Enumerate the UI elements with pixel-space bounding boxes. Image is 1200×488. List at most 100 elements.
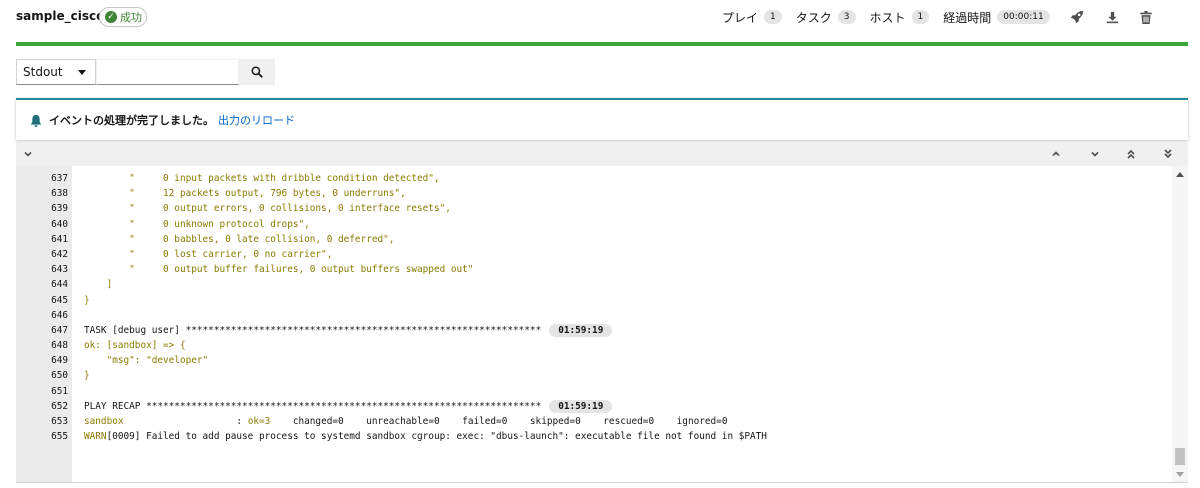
search-icon [251, 66, 263, 78]
line-text: ] [68, 277, 113, 292]
plays-count: 1 [764, 10, 782, 24]
line-segment: " 0 output errors, 0 collisions, 0 inter… [84, 203, 451, 215]
line-segment: WARN [84, 431, 107, 443]
task-time-badge: 01:59:19 [549, 399, 613, 413]
line-segment: changed=0 unreachable=0 failed=0 skipped… [270, 416, 728, 427]
line-segment: " 0 output buffer failures, 0 output buf… [84, 264, 474, 276]
reload-output-link[interactable]: 出力のリロード [218, 112, 295, 128]
elapsed-label: 経過時間 [943, 10, 992, 25]
line-segment: ok=3 [247, 416, 271, 427]
plays-label: プレイ [722, 10, 759, 25]
line-number: 642 [51, 248, 68, 260]
line-number: 646 [51, 309, 68, 321]
delete-icon[interactable] [1137, 8, 1155, 26]
alert-message: イベントの処理が完了しました。 [49, 114, 214, 127]
output-filter-select[interactable]: Stdout [16, 59, 96, 85]
line-text: " 0 input packets with dribble condition… [68, 171, 440, 186]
line-text: PLAY RECAP *****************************… [68, 399, 613, 414]
output-line: 655 WARN[0009] Failed to add pause proces… [16, 429, 1172, 444]
line-text: " 12 packets output, 796 bytes, 0 underr… [68, 186, 406, 201]
scroll-first-icon[interactable] [1123, 146, 1139, 162]
scroll-down-arrow-icon[interactable] [1176, 472, 1184, 477]
line-segment: " 12 packets output, 796 bytes, 0 underr… [84, 188, 406, 200]
status-label: 成功 [120, 11, 142, 24]
line-number: 637 [51, 173, 68, 184]
check-circle-icon: ✓ [105, 11, 117, 23]
scroll-up-arrow-icon[interactable] [1176, 172, 1184, 177]
line-number: 649 [51, 355, 68, 367]
scroll-last-icon[interactable] [1160, 146, 1176, 162]
line-number: 640 [51, 218, 68, 230]
output-line: 650} [16, 368, 1172, 383]
output-lines: 637 " 0 input packets with dribble condi… [16, 171, 1172, 444]
line-number: 638 [51, 188, 68, 200]
hosts-label: ホスト [869, 10, 906, 25]
line-segment: ok: [sandbox] => { [84, 340, 186, 352]
line-number: 645 [51, 294, 68, 306]
scrollbar-thumb[interactable] [1175, 448, 1185, 465]
job-title: sample_cisco [16, 9, 105, 23]
line-text: TASK [debug user] **********************… [68, 323, 613, 338]
download-icon[interactable] [1103, 8, 1121, 26]
collapse-all-icon[interactable] [20, 146, 36, 162]
line-text: " 0 babbles, 0 late collision, 0 deferre… [68, 232, 394, 247]
line-text: " 0 output buffer failures, 0 output buf… [68, 262, 473, 277]
line-segment: " 0 unknown protocol drops", [84, 218, 310, 230]
output-line: 640 " 0 unknown protocol drops", [16, 217, 1172, 232]
line-segment: "msg": "developer" [84, 355, 209, 367]
scroll-next-icon[interactable] [1087, 146, 1103, 162]
scroll-previous-icon[interactable] [1048, 146, 1064, 162]
line-text [68, 384, 84, 399]
elapsed-time: 00:00:11 [997, 10, 1050, 24]
line-text: } [68, 368, 90, 383]
line-text: } [68, 293, 90, 308]
output-scrollbar[interactable] [1172, 166, 1188, 482]
line-number: 644 [51, 279, 68, 291]
line-text: " 0 lost carrier, 0 no carrier", [68, 247, 332, 262]
line-segment: sandbox [84, 416, 124, 427]
output-line: 642 " 0 lost carrier, 0 no carrier", [16, 247, 1172, 262]
line-number: 641 [51, 233, 68, 245]
line-segment: " 0 input packets with dribble condition… [84, 173, 440, 184]
line-text: " 0 unknown protocol drops", [68, 217, 310, 232]
line-number: 653 [51, 416, 68, 427]
progress-bar [16, 42, 1188, 46]
job-output: 637 " 0 input packets with dribble condi… [16, 166, 1188, 483]
line-number: 651 [51, 385, 68, 397]
output-line: 645} [16, 293, 1172, 308]
line-text [68, 308, 84, 323]
job-header: sample_cisco ✓ 成功 プレイ 1 タスク 3 ホスト 1 経過時間… [0, 0, 1200, 34]
line-segment: } [84, 294, 90, 306]
line-number: 650 [51, 370, 68, 382]
bell-icon [30, 114, 42, 127]
search-button[interactable] [239, 59, 275, 85]
line-segment: " 0 babbles, 0 late collision, 0 deferre… [84, 233, 395, 245]
line-segment: } [84, 370, 90, 382]
task-time-badge: 01:59:19 [549, 323, 613, 337]
output-line: 647 TASK [debug user] *******************… [16, 323, 1172, 338]
search-input[interactable] [96, 59, 239, 85]
output-line: 638 " 12 packets output, 796 bytes, 0 un… [16, 186, 1172, 201]
line-number: 639 [51, 203, 68, 215]
output-line: 648 ok: [sandbox] => { [16, 338, 1172, 353]
line-number: 648 [51, 340, 68, 352]
output-line: 652 PLAY RECAP **************************… [16, 399, 1172, 414]
output-line: 637 " 0 input packets with dribble condi… [16, 171, 1172, 186]
reload-alert: イベントの処理が完了しました。 出力のリロード [16, 98, 1188, 140]
line-text: "msg": "developer" [68, 353, 209, 368]
output-toolbar [16, 142, 1188, 166]
tasks-label: タスク [795, 10, 832, 25]
hosts-count: 1 [911, 10, 930, 24]
line-segment: " 0 lost carrier, 0 no carrier", [84, 248, 333, 260]
output-line: 651 [16, 384, 1172, 399]
output-line: 649 "msg": "developer" [16, 353, 1172, 368]
job-counts: プレイ 1 タスク 3 ホスト 1 経過時間 00:00:11 [722, 0, 1064, 34]
line-number: 652 [51, 400, 68, 412]
line-text: ok: [sandbox] => { [68, 338, 186, 353]
rocket-icon[interactable] [1068, 8, 1086, 26]
line-number: 643 [51, 264, 68, 276]
line-text: WARN[0009] Failed to add pause process t… [68, 429, 767, 444]
output-line: 653 sandbox : ok=3 changed=0 unreachable=… [16, 414, 1172, 429]
caret-down-icon [78, 70, 86, 75]
line-text: " 0 output errors, 0 collisions, 0 inter… [68, 201, 451, 216]
